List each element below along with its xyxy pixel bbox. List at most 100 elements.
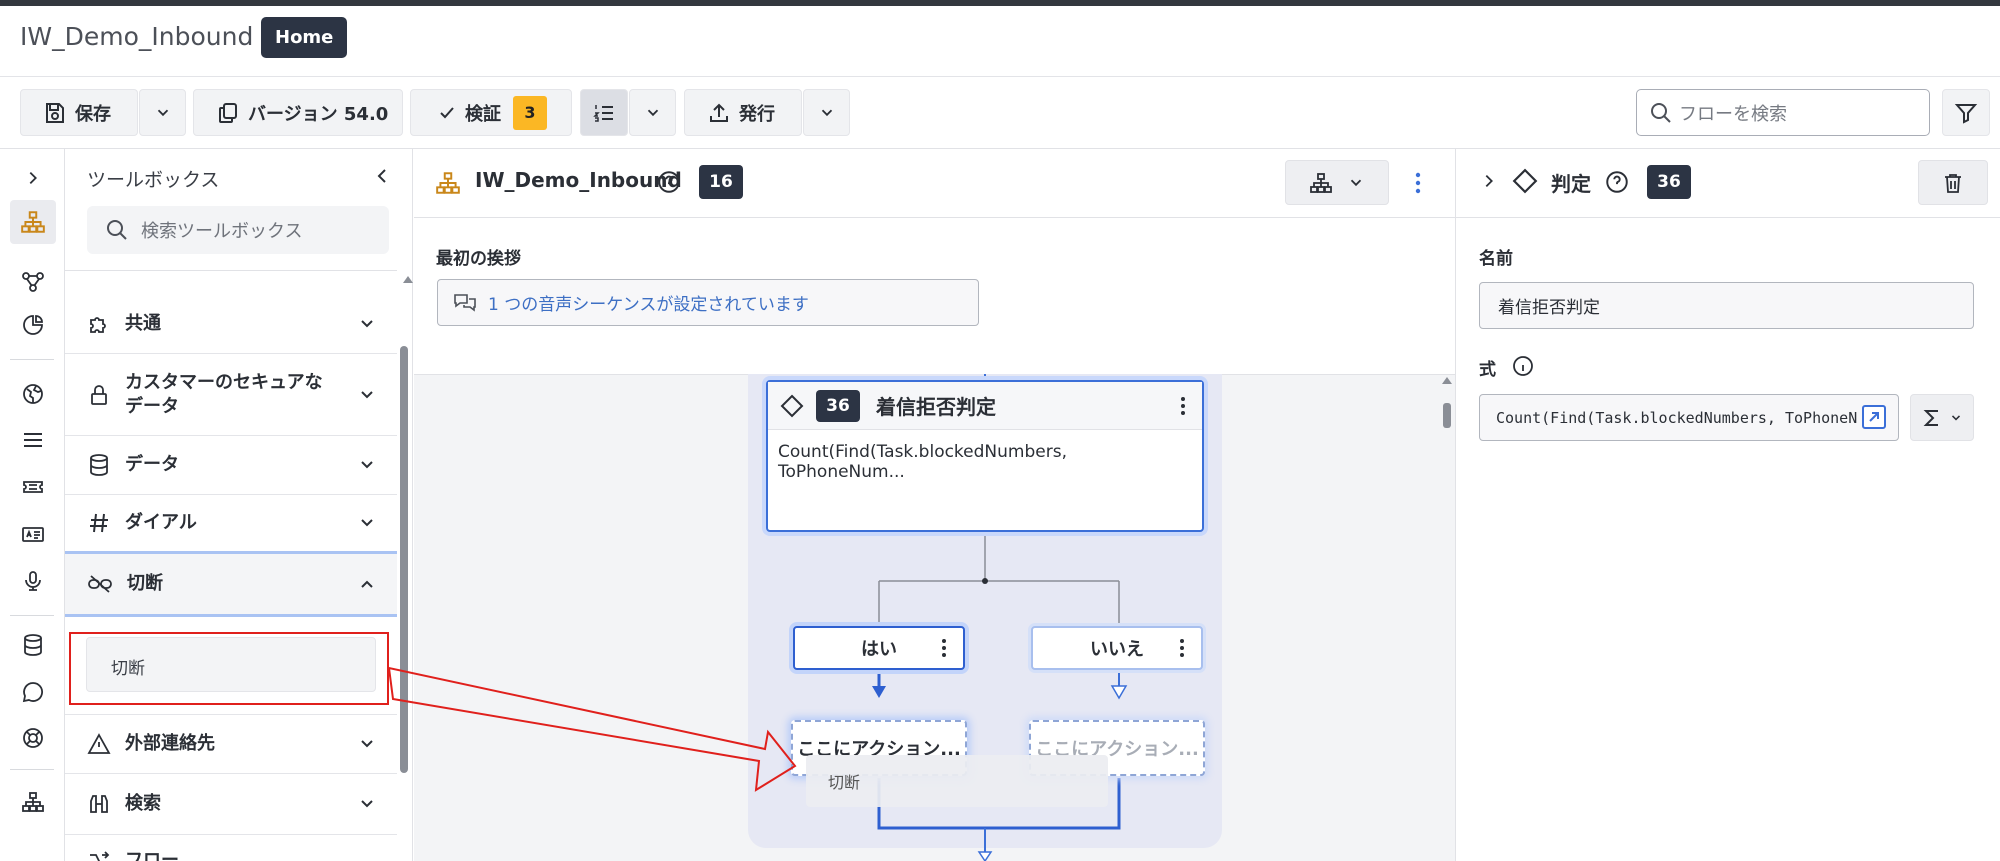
- rail-id-card[interactable]: [10, 512, 56, 556]
- category-secure-data[interactable]: カスタマーのセキュアなデータ: [65, 354, 397, 436]
- toolbox-title: ツールボックス: [87, 169, 220, 191]
- validate-label: 検証: [465, 103, 501, 125]
- trash-icon: [1945, 173, 1961, 193]
- flow-search-input[interactable]: フローを検索: [1636, 89, 1930, 136]
- help-icon: [1606, 171, 1628, 193]
- greeting-sequence-button[interactable]: 1 つの音声シーケンスが設定されています: [437, 279, 979, 326]
- help-icon: [658, 171, 680, 193]
- chevron-down-icon: [1350, 179, 1362, 186]
- filter-button[interactable]: [1942, 89, 1990, 136]
- rail-support[interactable]: [10, 716, 56, 760]
- rail-stats[interactable]: [10, 303, 56, 347]
- copy-icon: [219, 102, 237, 123]
- publish-button[interactable]: 発行: [684, 89, 802, 136]
- flow-search-placeholder: フローを検索: [1679, 103, 1787, 125]
- toolbox-divider: [65, 270, 397, 271]
- diamond-icon: [780, 394, 804, 417]
- decision-node[interactable]: 36 着信拒否判定 Count(Find(Task.blockedNumbers…: [766, 380, 1204, 532]
- rail-hierarchy[interactable]: [10, 780, 56, 824]
- rail-menu[interactable]: [10, 418, 56, 462]
- home-badge[interactable]: Home: [261, 17, 348, 58]
- version-button[interactable]: バージョン 54.0: [193, 89, 403, 136]
- chat-icon: [22, 682, 44, 703]
- filter-icon: [1954, 103, 1978, 124]
- publish-menu-button[interactable]: [803, 89, 850, 136]
- info-icon: [1513, 356, 1533, 376]
- rail-microphone[interactable]: [10, 559, 56, 603]
- chevron-down-icon: [361, 461, 373, 469]
- hierarchy-icon: [436, 172, 460, 194]
- toolbox-scrollbar[interactable]: [400, 346, 408, 773]
- flow-help-button[interactable]: [656, 169, 682, 199]
- more-vertical-icon[interactable]: [1175, 636, 1189, 660]
- publish-label: 発行: [739, 103, 775, 125]
- category-dial[interactable]: ダイアル: [65, 495, 397, 554]
- chevron-down-icon: [361, 390, 373, 398]
- rail-divider: [10, 615, 54, 616]
- expand-rail-button[interactable]: [10, 156, 56, 200]
- toolbox-search-placeholder: 検索ツールボックス: [141, 221, 303, 242]
- toolbox-search-input[interactable]: 検索ツールボックス: [87, 206, 389, 254]
- name-label: 名前: [1479, 249, 1513, 269]
- open-expression-editor-button[interactable]: [1862, 405, 1886, 429]
- disconnect-icon: [88, 575, 112, 593]
- properties-panel: [1455, 148, 2000, 861]
- rail-flow-tree[interactable]: [10, 200, 56, 244]
- collapse-toolbox-button[interactable]: [372, 166, 392, 190]
- canvas-more-button[interactable]: [1410, 170, 1426, 200]
- flow-count-badge: 16: [699, 165, 743, 199]
- category-data[interactable]: データ: [65, 436, 397, 495]
- category-disconnect[interactable]: 切断: [65, 554, 397, 617]
- category-flow[interactable]: フロー: [65, 835, 397, 861]
- version-label: バージョン 54.0: [248, 103, 389, 125]
- more-vertical-icon[interactable]: [937, 636, 951, 660]
- name-value: 着信拒否判定: [1498, 298, 1600, 318]
- canvas-scroll-up-arrow[interactable]: [1442, 377, 1452, 384]
- chat-bubbles-icon: [454, 293, 476, 312]
- list-view-menu-button[interactable]: [629, 89, 676, 136]
- scroll-up-arrow[interactable]: [403, 276, 413, 283]
- decision-number-badge: 36: [816, 389, 860, 422]
- pie-chart-icon: [23, 315, 43, 335]
- panel-expand-button[interactable]: [1480, 172, 1498, 194]
- canvas-scrollbar[interactable]: [1443, 403, 1451, 428]
- rail-ticket[interactable]: [10, 465, 56, 509]
- decision-title: 着信拒否判定: [876, 395, 996, 419]
- sigma-icon: [1923, 409, 1938, 426]
- save-button[interactable]: 保存: [20, 89, 138, 136]
- list-view-button[interactable]: [580, 89, 628, 136]
- layout-menu-button[interactable]: [1285, 160, 1389, 205]
- nodes-icon: [22, 272, 44, 292]
- category-external-contact[interactable]: 外部連絡先: [65, 715, 397, 774]
- delete-button[interactable]: [1918, 160, 1988, 205]
- rail-graph[interactable]: [10, 260, 56, 304]
- drag-ghost: 切断: [806, 755, 1108, 807]
- rail-chat[interactable]: [10, 670, 56, 714]
- outcome-yes[interactable]: はい: [793, 626, 965, 670]
- expression-info-button[interactable]: [1511, 354, 1535, 382]
- rail-divider: [10, 769, 54, 770]
- menu-icon: [24, 433, 42, 447]
- panel-help-button[interactable]: [1604, 169, 1630, 199]
- outcome-no[interactable]: いいえ: [1031, 626, 1203, 670]
- lock-icon: [91, 384, 107, 405]
- category-common[interactable]: 共通: [65, 295, 397, 354]
- rail-database[interactable]: [10, 623, 56, 667]
- lifebuoy-icon: [23, 728, 43, 748]
- hierarchy-icon: [21, 211, 45, 233]
- globe-icon: [23, 384, 43, 404]
- save-icon: [46, 102, 64, 123]
- name-input[interactable]: 着信拒否判定: [1479, 282, 1974, 329]
- greeting-value: 1 つの音声シーケンスが設定されています: [488, 295, 809, 315]
- category-search[interactable]: 検索: [65, 774, 397, 835]
- more-vertical-icon: [1415, 172, 1421, 194]
- function-menu-button[interactable]: [1910, 394, 1974, 441]
- more-vertical-icon[interactable]: [1176, 394, 1190, 418]
- expression-label: 式: [1479, 360, 1496, 380]
- validate-button[interactable]: 検証 3: [410, 89, 572, 136]
- rail-globe[interactable]: [10, 372, 56, 416]
- warning-icon: [87, 733, 111, 754]
- expression-input[interactable]: Count(Find(Task.blockedNumbers, ToPhoneN: [1479, 394, 1899, 441]
- chevron-down-icon: [647, 109, 658, 116]
- save-menu-button[interactable]: [139, 89, 186, 136]
